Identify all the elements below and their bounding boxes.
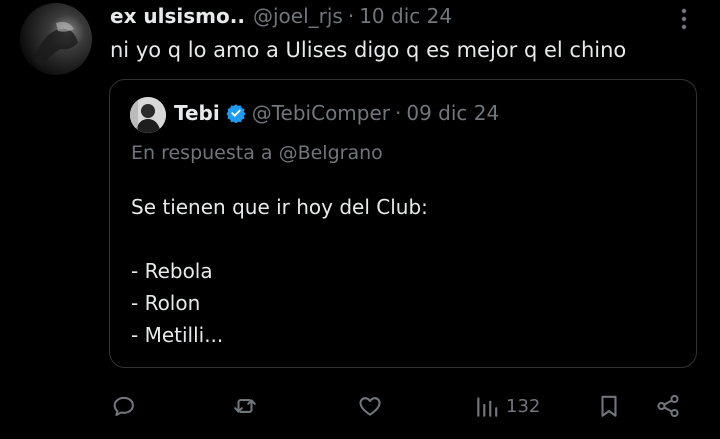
quoted-author-handle[interactable]: @TebiComper [252,101,390,125]
post-date[interactable]: 10 dic 24 [359,4,452,28]
quoted-text-line: - Rebola [131,259,213,283]
author-handle[interactable]: @joel_rjs [253,4,343,28]
reply-button[interactable] [111,386,137,426]
quoted-author-display-name[interactable]: Tebi [174,101,220,125]
separator-dot: · [347,4,355,28]
quoted-text-line: Se tienen que ir hoy del Club: [131,195,428,219]
quoted-text-line: - Metilli... [131,323,224,347]
share-button[interactable] [655,386,681,426]
reply-icon [113,396,134,417]
action-bar: 132 [0,386,720,426]
author-avatar[interactable] [20,3,92,75]
quoted-post[interactable]: Tebi @TebiComper · 09 dic 24 En respuest… [109,79,697,368]
quoted-post-text: Se tienen que ir hoy del Club: - Rebola … [131,191,428,351]
quoted-text-line [131,223,428,255]
quoted-avatar-image [130,97,166,133]
quoted-separator-dot: · [395,101,402,125]
bookmark-button[interactable] [596,386,622,426]
share-icon [657,394,679,418]
quoted-post-header: Tebi @TebiComper · 09 dic 24 [174,101,499,125]
author-display-name[interactable]: ex ulsismo.. [110,4,245,28]
quoted-post-date[interactable]: 09 dic 24 [406,101,499,125]
bookmark-icon [601,395,617,417]
more-vertical-icon [681,8,687,30]
post-header: ex ulsismo.. @joel_rjs · 10 dic 24 [110,4,452,32]
repost-icon [234,399,256,413]
reply-to-label: En respuesta a @Belgrano [131,142,383,164]
views-icon [477,397,498,417]
like-button[interactable] [357,386,383,426]
verified-badge-icon [226,104,246,123]
views-button[interactable]: 132 [474,386,540,426]
like-icon [359,397,381,416]
views-count: 132 [506,395,541,417]
post-text: ni yo q lo amo a Ulises digo q es mejor … [110,38,627,62]
quoted-text-line: - Rolon [131,291,201,315]
quoted-author-avatar[interactable] [130,97,166,133]
repost-button[interactable] [232,386,258,426]
more-options-button[interactable] [674,8,694,30]
avatar-image [20,3,92,75]
